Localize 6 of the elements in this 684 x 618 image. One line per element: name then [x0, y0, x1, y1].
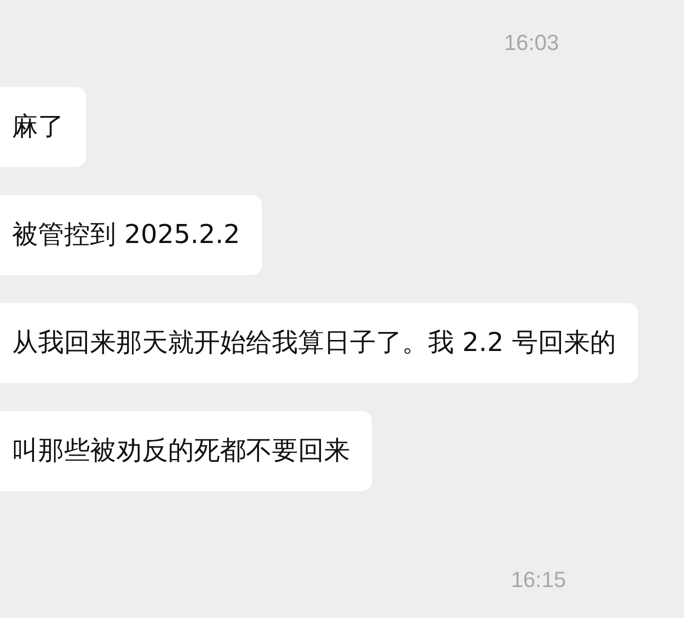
message-bubble: 麻了 — [0, 87, 86, 167]
timestamp: 16:03 — [504, 29, 559, 57]
message-bubble: 叫那些被劝反的死都不要回来 — [0, 411, 372, 491]
message-bubble: 从我回来那天就开始给我算日子了。我 2.2 号回来的 — [0, 303, 638, 383]
message-bubble: 被管控到 2025.2.2 — [0, 195, 262, 275]
timestamp: 16:15 — [510, 566, 566, 594]
